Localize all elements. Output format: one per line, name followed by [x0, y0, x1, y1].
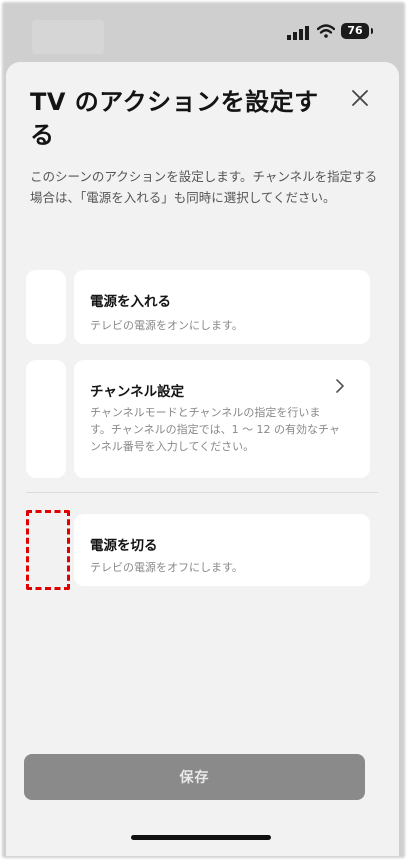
- status-bar: 76: [4, 4, 403, 64]
- sheet-title: TV のアクションを設定する: [30, 88, 319, 149]
- action-item-channel[interactable]: チャンネル設定 チャンネルモードとチャンネルの指定を行います。チャンネルの指定で…: [74, 360, 370, 478]
- wifi-icon: [317, 24, 335, 38]
- battery-cap: [371, 28, 373, 34]
- action-title: 電源を入れる: [90, 294, 171, 310]
- home-indicator: [131, 835, 271, 840]
- battery-icon: 76: [341, 23, 369, 39]
- action-item-power-on[interactable]: 電源を入れる テレビの電源をオンにします。: [74, 270, 370, 344]
- action-checkbox-channel[interactable]: [26, 360, 66, 478]
- action-item-power-off[interactable]: 電源を切る テレビの電源をオフにします。: [74, 514, 370, 586]
- action-title: チャンネル設定: [90, 384, 185, 400]
- highlight-box: [26, 510, 70, 590]
- signal-icon: [287, 26, 309, 40]
- phone-screen: 76 TV のアクションを設定する このシーンのアクションを設定します。チャンネ…: [3, 3, 404, 857]
- action-checkbox-power-on[interactable]: [26, 270, 66, 344]
- action-description: テレビの電源をオンにします。: [90, 319, 243, 332]
- status-time-blurred: [32, 20, 104, 54]
- action-description: テレビの電源をオフにします。: [90, 561, 243, 574]
- action-description: チャンネルモードとチャンネルの指定を行います。チャンネルの指定では、1 〜 12…: [90, 406, 340, 453]
- sheet-description: このシーンのアクションを設定します。チャンネルを指定する場合は、「電源を入れる」…: [30, 169, 378, 205]
- action-settings-sheet: TV のアクションを設定する このシーンのアクションを設定します。チャンネルを指…: [6, 62, 399, 856]
- action-title: 電源を切る: [90, 538, 158, 554]
- chevron-right-icon: [336, 379, 344, 393]
- close-icon[interactable]: [348, 86, 372, 110]
- save-button[interactable]: 保存: [24, 754, 365, 800]
- section-divider: [26, 492, 378, 493]
